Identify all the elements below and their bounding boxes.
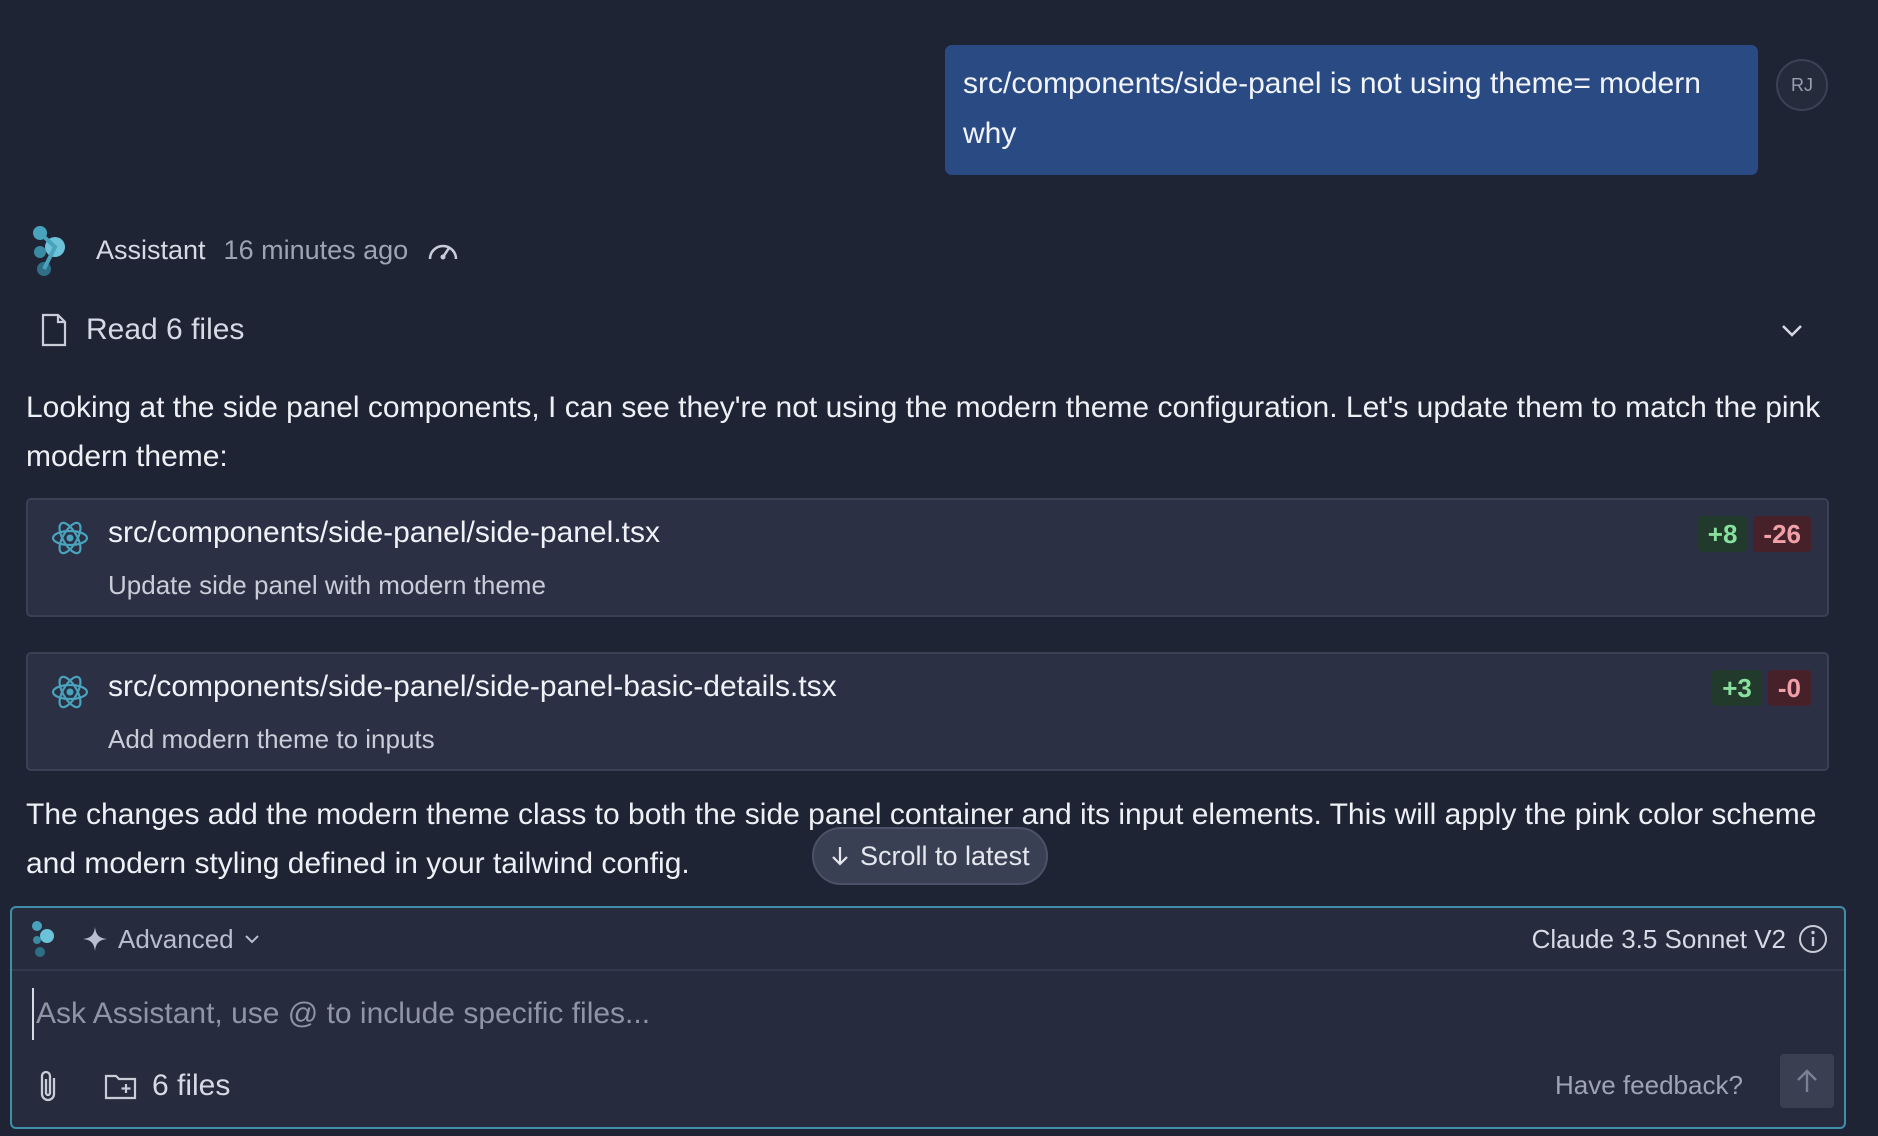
chevron-down-icon[interactable] <box>1778 316 1806 344</box>
file-change-card[interactable]: src/components/side-panel/side-panel.tsx… <box>26 498 1829 617</box>
read-files-label: Read 6 files <box>86 313 245 346</box>
arrow-up-icon <box>1797 1069 1817 1092</box>
chat-page: src/components/side-panel is not using t… <box>0 0 1878 1136</box>
mode-selector[interactable]: Advanced <box>82 921 260 957</box>
paperclip-icon[interactable] <box>34 1068 66 1104</box>
diff-stats: +3 -0 <box>1712 670 1811 706</box>
feedback-link[interactable]: Have feedback? <box>1555 1070 1743 1101</box>
react-icon <box>51 521 89 555</box>
message-timestamp: 16 minutes ago <box>223 234 409 265</box>
avatar-initials: RJ <box>1791 74 1813 95</box>
file-change-path[interactable]: src/components/side-panel/side-panel.tsx <box>108 516 660 550</box>
gauge-icon[interactable] <box>426 233 460 267</box>
files-count-label: 6 files <box>152 1069 231 1102</box>
additions-badge: +3 <box>1712 670 1762 706</box>
model-label: Claude 3.5 Sonnet V2 <box>1531 923 1786 954</box>
attached-files-button[interactable]: 6 files <box>104 1064 230 1108</box>
file-change-card[interactable]: src/components/side-panel/side-panel-bas… <box>26 652 1829 771</box>
chat-composer: Advanced Claude 3.5 Sonnet V2 Ask Assist… <box>10 906 1846 1129</box>
sparkle-icon <box>83 927 107 951</box>
deletions-badge: -26 <box>1753 516 1811 552</box>
scroll-to-latest-label: Scroll to latest <box>860 840 1030 871</box>
file-icon <box>41 313 67 347</box>
mode-label: Advanced <box>118 923 234 954</box>
additions-badge: +8 <box>1697 516 1748 552</box>
assistant-name: Assistant <box>96 234 206 265</box>
deletions-badge: -0 <box>1767 670 1811 706</box>
scroll-to-latest-button[interactable]: Scroll to latest <box>812 827 1048 885</box>
chat-input[interactable] <box>32 988 1822 1040</box>
info-icon[interactable] <box>1798 924 1828 954</box>
assistant-intro-text: Looking at the side panel components, I … <box>26 391 1821 473</box>
user-avatar[interactable]: RJ <box>1776 59 1828 111</box>
assistant-header: Assistant 16 minutes ago <box>30 222 460 278</box>
react-icon <box>51 675 89 709</box>
diff-stats: +8 -26 <box>1697 516 1811 552</box>
folder-plus-icon <box>104 1074 137 1100</box>
arrow-down-icon <box>832 847 848 866</box>
file-change-description: Update side panel with modern theme <box>108 570 546 600</box>
file-change-description: Add modern theme to inputs <box>108 724 435 754</box>
composer-toolbar: Advanced Claude 3.5 Sonnet V2 <box>12 908 1844 971</box>
read-files-toggle[interactable]: Read 6 files <box>40 308 1810 352</box>
assistant-logo-icon <box>32 921 54 957</box>
file-change-path[interactable]: src/components/side-panel/side-panel-bas… <box>108 670 837 704</box>
assistant-logo-icon <box>33 226 65 276</box>
user-message-text: src/components/side-panel is not using t… <box>963 67 1701 150</box>
send-button[interactable] <box>1780 1054 1834 1108</box>
user-message-bubble: src/components/side-panel is not using t… <box>945 45 1758 175</box>
model-selector[interactable]: Claude 3.5 Sonnet V2 <box>1532 921 1828 957</box>
chevron-down-icon <box>244 935 259 944</box>
